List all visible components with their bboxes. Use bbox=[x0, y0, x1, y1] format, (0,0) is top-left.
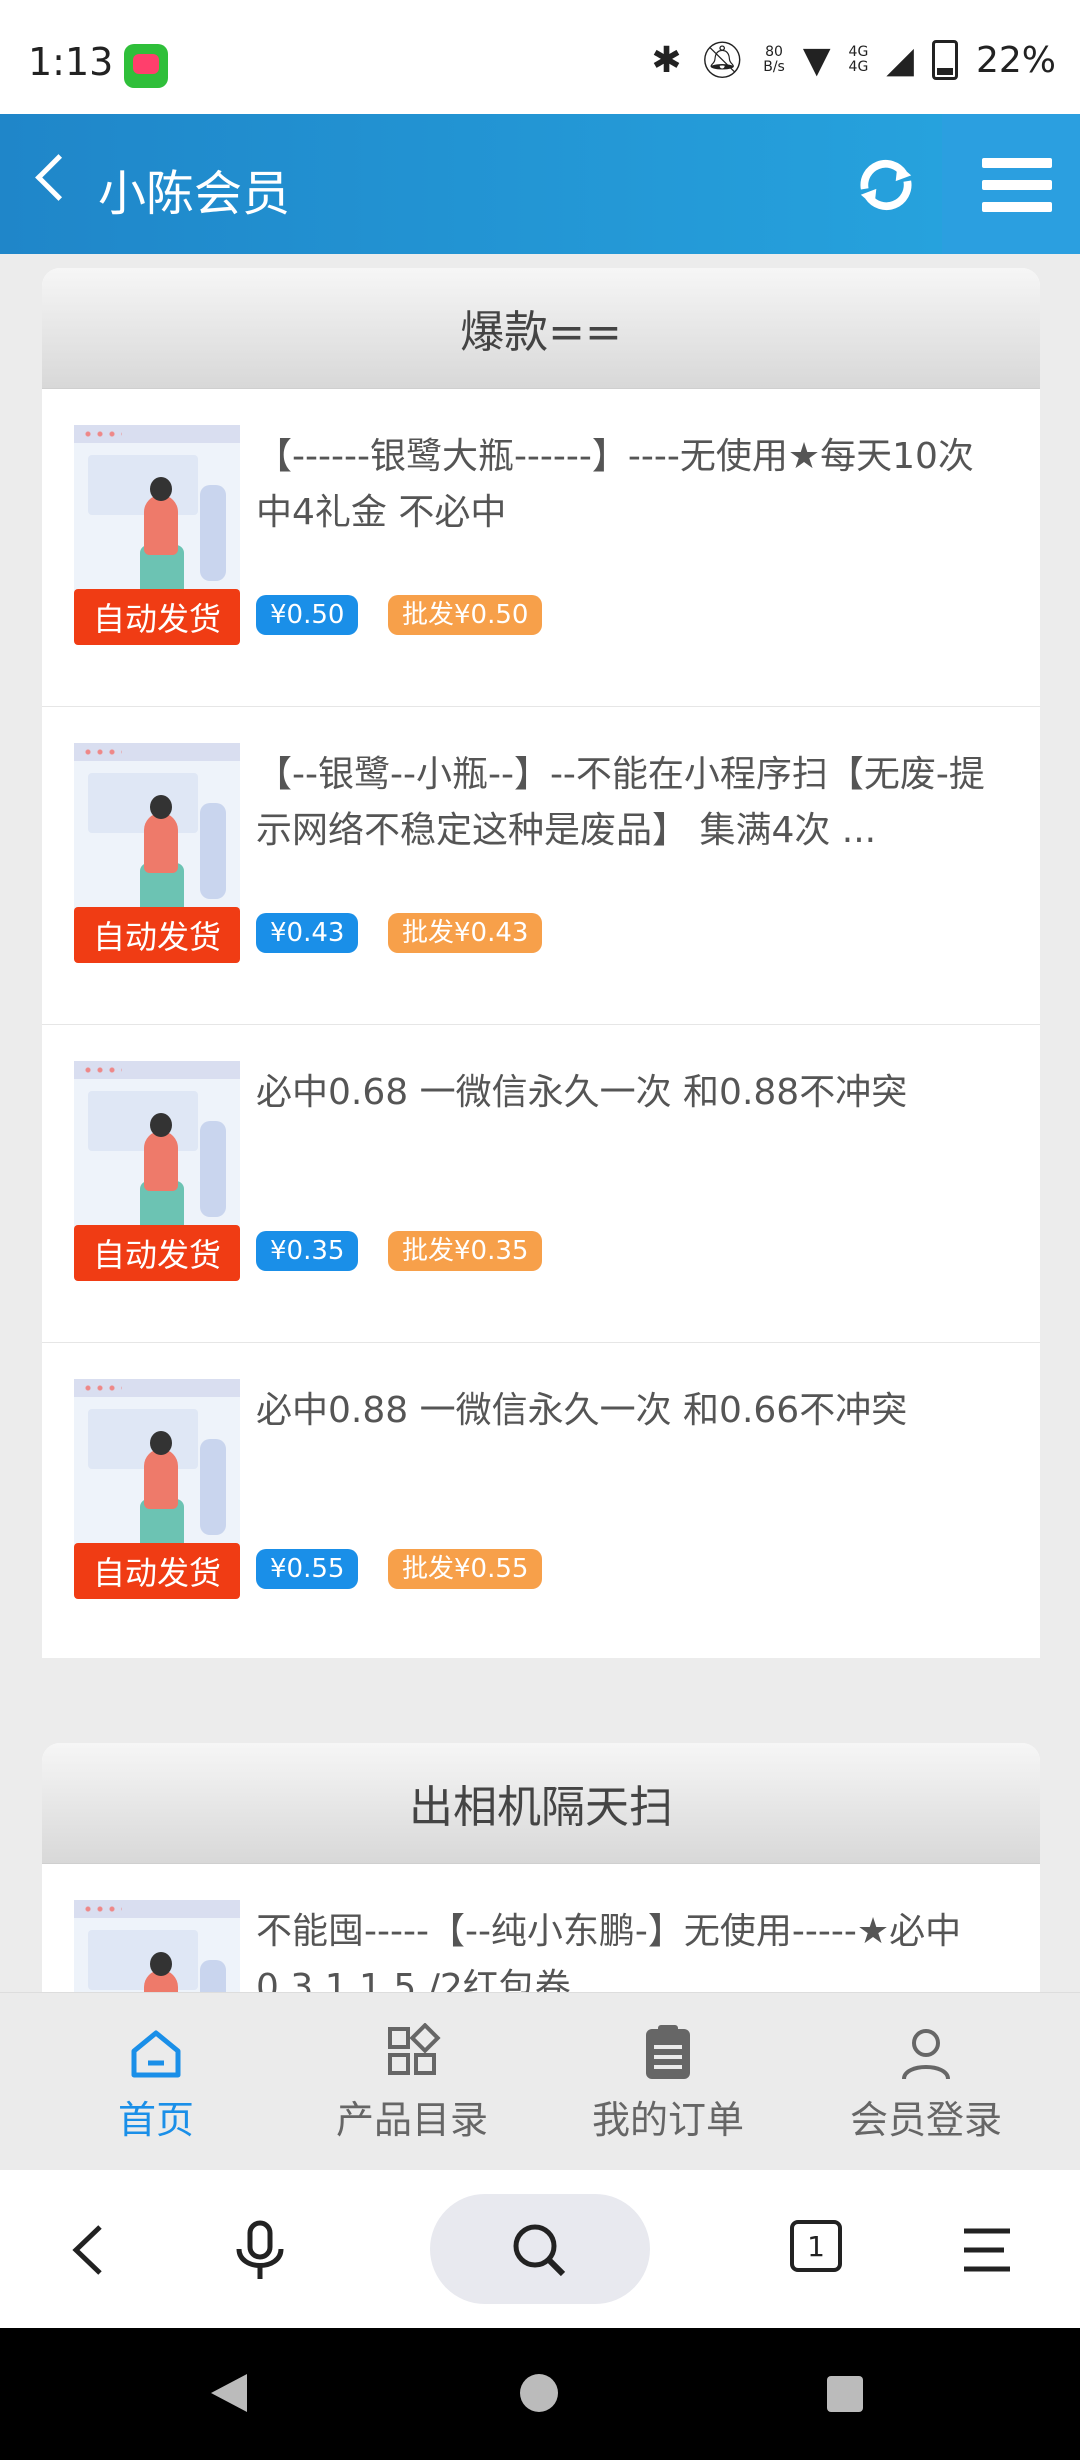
app-notification-icon bbox=[124, 44, 168, 88]
auto-delivery-badge: 自动发货 bbox=[74, 1543, 240, 1599]
product-title[interactable]: 必中0.68 一微信永久一次 和0.88不冲突 bbox=[256, 1065, 996, 1121]
bluetooth-icon: ✱ bbox=[651, 39, 682, 81]
product-item[interactable]: 自动发货 必中0.68 一微信永久一次 和0.88不冲突 ¥0.35 批发¥0.… bbox=[42, 1025, 1040, 1343]
browser-menu-icon[interactable] bbox=[952, 2215, 1022, 2285]
price-badge: ¥0.55 bbox=[256, 1549, 359, 1589]
net-speed-value: 80 bbox=[765, 44, 783, 60]
menu-button[interactable] bbox=[942, 114, 1080, 254]
product-thumbnail bbox=[74, 425, 240, 591]
home-icon bbox=[131, 2030, 181, 2078]
browser-back-icon[interactable] bbox=[56, 2215, 126, 2285]
search-button[interactable] bbox=[430, 2194, 650, 2304]
nav-home-label: 首页 bbox=[117, 2098, 194, 2142]
user-icon bbox=[902, 2029, 950, 2080]
nav-catalog-label: 产品目录 bbox=[335, 2098, 488, 2142]
page-title: 小陈会员 bbox=[98, 166, 291, 222]
status-right: ✱ 🔕︎ 80 B/s ▼ 4G 4G ◢ 22% bbox=[651, 38, 1056, 82]
price-badge: ¥0.50 bbox=[256, 595, 359, 635]
signal-icon: ◢ bbox=[886, 39, 914, 81]
nav-orders-label: 我的订单 bbox=[591, 2098, 744, 2142]
product-title[interactable]: 必中0.88 一微信永久一次 和0.66不冲突 bbox=[256, 1383, 996, 1439]
nav-login[interactable]: 会员登录 bbox=[826, 2023, 1026, 2144]
product-thumbnail bbox=[74, 1900, 240, 1992]
product-item[interactable]: 自动发货 【------银鹭大瓶------】----无使用★每天10次中4礼金… bbox=[42, 389, 1040, 707]
battery-percent: 22% bbox=[975, 39, 1056, 81]
wholesale-price-badge: 批发¥0.55 bbox=[388, 1549, 543, 1589]
product-item[interactable]: 自动发货 必中0.88 一微信永久一次 和0.66不冲突 ¥0.55 批发¥0.… bbox=[42, 1343, 1040, 1658]
wholesale-price-badge: 批发¥0.35 bbox=[388, 1231, 543, 1271]
app-header: 小陈会员 bbox=[0, 114, 1080, 254]
status-bar: 1:13 ✱ 🔕︎ 80 B/s ▼ 4G 4G ◢ 22% bbox=[0, 0, 1080, 114]
refresh-icon[interactable] bbox=[855, 154, 917, 216]
nav-login-label: 会员登录 bbox=[849, 2098, 1002, 2142]
section-camera: 出相机隔天扫 不能囤-----【--纯小东鹏-】无使用-----★必中0.3.1… bbox=[42, 1743, 1040, 1992]
product-title[interactable]: 【--银鹭--小瓶--】--不能在小程序扫【无废-提示网络不稳定这种是废品】 集… bbox=[256, 747, 996, 859]
network-type: 4G 4G bbox=[849, 45, 869, 75]
product-title[interactable]: 不能囤-----【--纯小东鹏-】无使用-----★必中0.3.1.1.5./2… bbox=[256, 1904, 996, 1992]
product-thumbnail bbox=[74, 1061, 240, 1227]
status-time: 1:13 bbox=[28, 40, 114, 84]
mute-icon: 🔕︎ bbox=[699, 40, 746, 81]
search-icon bbox=[513, 2224, 566, 2277]
net-speed-unit: B/s bbox=[763, 59, 785, 75]
system-back-icon[interactable] bbox=[205, 2370, 251, 2416]
wifi-icon: ▼ bbox=[802, 39, 831, 81]
product-thumbnail bbox=[74, 1379, 240, 1545]
browser-toolbar: 1 bbox=[0, 2170, 1080, 2328]
network-label-2: 4G bbox=[848, 59, 869, 75]
price-badge: ¥0.35 bbox=[256, 1231, 359, 1271]
wholesale-price-badge: 批发¥0.43 bbox=[388, 913, 543, 953]
microphone-icon[interactable] bbox=[225, 2215, 295, 2285]
product-thumbnail bbox=[74, 743, 240, 909]
nav-home[interactable]: 首页 bbox=[56, 2023, 256, 2144]
product-title[interactable]: 【------银鹭大瓶------】----无使用★每天10次中4礼金 不必中 bbox=[256, 429, 996, 541]
grid-icon bbox=[388, 2023, 441, 2075]
network-label-1: 4G bbox=[848, 44, 869, 60]
net-speed: 80 B/s bbox=[763, 45, 785, 75]
price-badge: ¥0.43 bbox=[256, 913, 359, 953]
product-item[interactable]: 自动发货 【--银鹭--小瓶--】--不能在小程序扫【无废-提示网络不稳定这种是… bbox=[42, 707, 1040, 1025]
back-icon[interactable] bbox=[35, 154, 82, 201]
section-hot: 爆款== 自动发货 【------银鹭大瓶------】----无使用★每天10… bbox=[42, 268, 1040, 1658]
auto-delivery-badge: 自动发货 bbox=[74, 1225, 240, 1281]
system-recents-icon[interactable] bbox=[825, 2374, 865, 2414]
auto-delivery-badge: 自动发货 bbox=[74, 589, 240, 645]
nav-orders[interactable]: 我的订单 bbox=[568, 2023, 768, 2144]
wholesale-price-badge: 批发¥0.50 bbox=[388, 595, 543, 635]
tabs-count-button[interactable]: 1 bbox=[790, 2220, 842, 2272]
bottom-nav: 首页 产品目录 我的订单 会员登录 bbox=[0, 1992, 1080, 2171]
clipboard-icon bbox=[646, 2025, 690, 2079]
battery-icon bbox=[931, 40, 958, 80]
product-item[interactable]: 不能囤-----【--纯小东鹏-】无使用-----★必中0.3.1.1.5./2… bbox=[42, 1864, 1040, 1992]
auto-delivery-badge: 自动发货 bbox=[74, 907, 240, 963]
nav-catalog[interactable]: 产品目录 bbox=[312, 2023, 512, 2144]
section-title: 出相机隔天扫 bbox=[42, 1743, 1040, 1864]
system-home-icon[interactable] bbox=[518, 2372, 560, 2414]
section-title: 爆款== bbox=[42, 268, 1040, 389]
system-nav-bar bbox=[0, 2328, 1080, 2460]
